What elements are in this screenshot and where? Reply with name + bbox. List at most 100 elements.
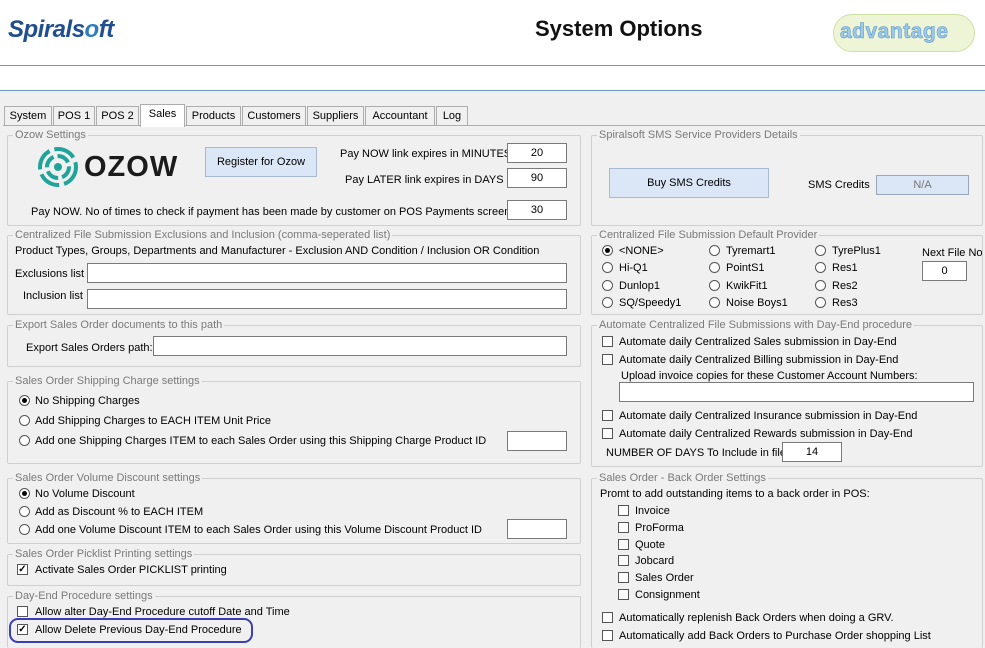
provider-label: Tyremart1	[726, 245, 776, 257]
shipping-item-radio[interactable]	[19, 435, 30, 446]
provider-tyremart1-radio[interactable]	[709, 245, 720, 256]
automate-billing-checkbox[interactable]	[602, 354, 613, 365]
pay-now-minutes-input[interactable]: 20	[507, 143, 567, 163]
back-order-consignment-checkbox[interactable]	[618, 589, 629, 600]
export-path-label: Export Sales Orders path:	[26, 342, 153, 354]
provider-label: TyrePlus1	[832, 245, 881, 257]
tab-pos-1[interactable]: POS 1	[53, 106, 95, 126]
group-title: Sales Order Shipping Charge settings	[13, 375, 202, 387]
no-shipping-label: No Shipping Charges	[35, 395, 140, 407]
back-order-jobcard-checkbox[interactable]	[618, 555, 629, 566]
pay-later-days-input[interactable]: 90	[507, 168, 567, 188]
inclusion-input[interactable]	[87, 289, 567, 309]
automate-billing-label: Automate daily Centralized Billing submi…	[619, 354, 899, 366]
automate-insurance-checkbox[interactable]	[602, 410, 613, 421]
add-back-orders-checkbox[interactable]	[602, 630, 613, 641]
tab-log[interactable]: Log	[436, 106, 468, 126]
tab-products[interactable]: Products	[186, 106, 241, 126]
provider-label: SQ/Speedy1	[619, 297, 682, 309]
group-title: Sales Order - Back Order Settings	[597, 472, 768, 484]
group-title: Centralized File Submission Exclusions a…	[13, 229, 393, 241]
provider-label: Res2	[832, 280, 858, 292]
page-title: System Options	[535, 16, 703, 41]
next-file-no-label: Next File No	[922, 247, 983, 259]
shipping-each-item-radio[interactable]	[19, 415, 30, 426]
provider-points1-radio[interactable]	[709, 262, 720, 273]
provider-kwikfit1-radio[interactable]	[709, 280, 720, 291]
back-order-item-label: Invoice	[635, 505, 670, 517]
number-of-days-label: NUMBER OF DAYS To Include in file	[606, 447, 786, 459]
automate-insurance-label: Automate daily Centralized Insurance sub…	[619, 410, 918, 422]
replenish-back-orders-label: Automatically replenish Back Orders when…	[619, 612, 894, 624]
exclusions-description: Product Types, Groups, Departments and M…	[15, 245, 540, 257]
provider-sq-speedy1-radio[interactable]	[602, 297, 613, 308]
back-order-sales-order-checkbox[interactable]	[618, 572, 629, 583]
no-shipping-radio[interactable]	[19, 395, 30, 406]
register-ozow-button[interactable]: Register for Ozow	[205, 147, 317, 177]
provider-label: Res3	[832, 297, 858, 309]
no-volume-label: No Volume Discount	[35, 488, 135, 500]
volume-percent-radio[interactable]	[19, 506, 30, 517]
header-band	[0, 66, 985, 91]
back-order-item-label: Consignment	[635, 589, 700, 601]
back-order-invoice-checkbox[interactable]	[618, 505, 629, 516]
inclusion-label: Inclusion list	[23, 290, 83, 302]
tab-customers[interactable]: Customers	[242, 106, 306, 126]
provider-dunlop1-radio[interactable]	[602, 280, 613, 291]
export-path-input[interactable]	[153, 336, 567, 356]
tab-accountant[interactable]: Accountant	[365, 106, 435, 126]
shipping-product-id-input[interactable]	[507, 431, 567, 451]
tab-system[interactable]: System	[4, 106, 52, 126]
replenish-back-orders-checkbox[interactable]	[602, 612, 613, 623]
upload-accounts-input[interactable]	[619, 382, 974, 402]
group-title: Ozow Settings	[13, 129, 88, 141]
provider-noise-boys1-radio[interactable]	[709, 297, 720, 308]
group-title: Export Sales Order documents to this pat…	[13, 319, 225, 331]
back-order-item-label: ProForma	[635, 522, 684, 534]
provider-res3-radio[interactable]	[815, 297, 826, 308]
tab-sales[interactable]: Sales	[140, 104, 185, 127]
alter-cutoff-checkbox[interactable]	[17, 606, 28, 617]
pay-now-minutes-label: Pay NOW link expires in MINUTES	[340, 148, 512, 160]
sms-credits-label: SMS Credits	[808, 179, 870, 191]
group-title: Day-End Procedure settings	[13, 590, 155, 602]
back-order-quote-checkbox[interactable]	[618, 539, 629, 550]
provider-res2-radio[interactable]	[815, 280, 826, 291]
tab-pos-2[interactable]: POS 2	[96, 106, 139, 126]
provider-label: Dunlop1	[619, 280, 660, 292]
back-order-item-label: Jobcard	[635, 555, 675, 567]
back-order-item-label: Sales Order	[635, 572, 694, 584]
automate-rewards-checkbox[interactable]	[602, 428, 613, 439]
provider-tyreplus1-radio[interactable]	[815, 245, 826, 256]
tab-suppliers[interactable]: Suppliers	[307, 106, 364, 126]
pay-later-days-label: Pay LATER link expires in DAYS	[345, 174, 504, 186]
delete-day-end-checkbox[interactable]: ✓	[17, 624, 28, 635]
exclusions-label: Exclusions list	[15, 268, 85, 280]
payment-checks-input[interactable]: 30	[507, 200, 567, 220]
group-title: Spiralsoft SMS Service Providers Details	[597, 129, 800, 141]
volume-product-id-input[interactable]	[507, 519, 567, 539]
provider-res1-radio[interactable]	[815, 262, 826, 273]
shipping-item-label: Add one Shipping Charges ITEM to each Sa…	[35, 435, 487, 447]
ozow-logo: OZOW	[36, 145, 187, 190]
back-order-item-label: Quote	[635, 539, 665, 551]
group-title: Sales Order Volume Discount settings	[13, 472, 203, 484]
provider-label: Hi-Q1	[619, 262, 648, 274]
provider-none-radio[interactable]	[602, 245, 613, 256]
provider-label: Res1	[832, 262, 858, 274]
provider-label: <NONE>	[619, 245, 664, 257]
provider-hi-q1-radio[interactable]	[602, 262, 613, 273]
group-title: Centralized File Submission Default Prov…	[597, 229, 820, 241]
no-volume-radio[interactable]	[19, 488, 30, 499]
number-of-days-input[interactable]: 14	[782, 442, 842, 462]
exclusions-input[interactable]	[87, 263, 567, 283]
volume-percent-label: Add as Discount % to EACH ITEM	[35, 506, 204, 518]
advantage-logo: advantage	[833, 14, 975, 52]
buy-sms-credits-button[interactable]: Buy SMS Credits	[609, 168, 769, 198]
delete-day-end-label: Allow Delete Previous Day-End Procedure	[35, 624, 242, 636]
volume-item-radio[interactable]	[19, 524, 30, 535]
automate-sales-checkbox[interactable]	[602, 336, 613, 347]
back-order-proforma-checkbox[interactable]	[618, 522, 629, 533]
next-file-no-input[interactable]: 0	[922, 261, 967, 281]
picklist-checkbox[interactable]: ✓	[17, 564, 28, 575]
